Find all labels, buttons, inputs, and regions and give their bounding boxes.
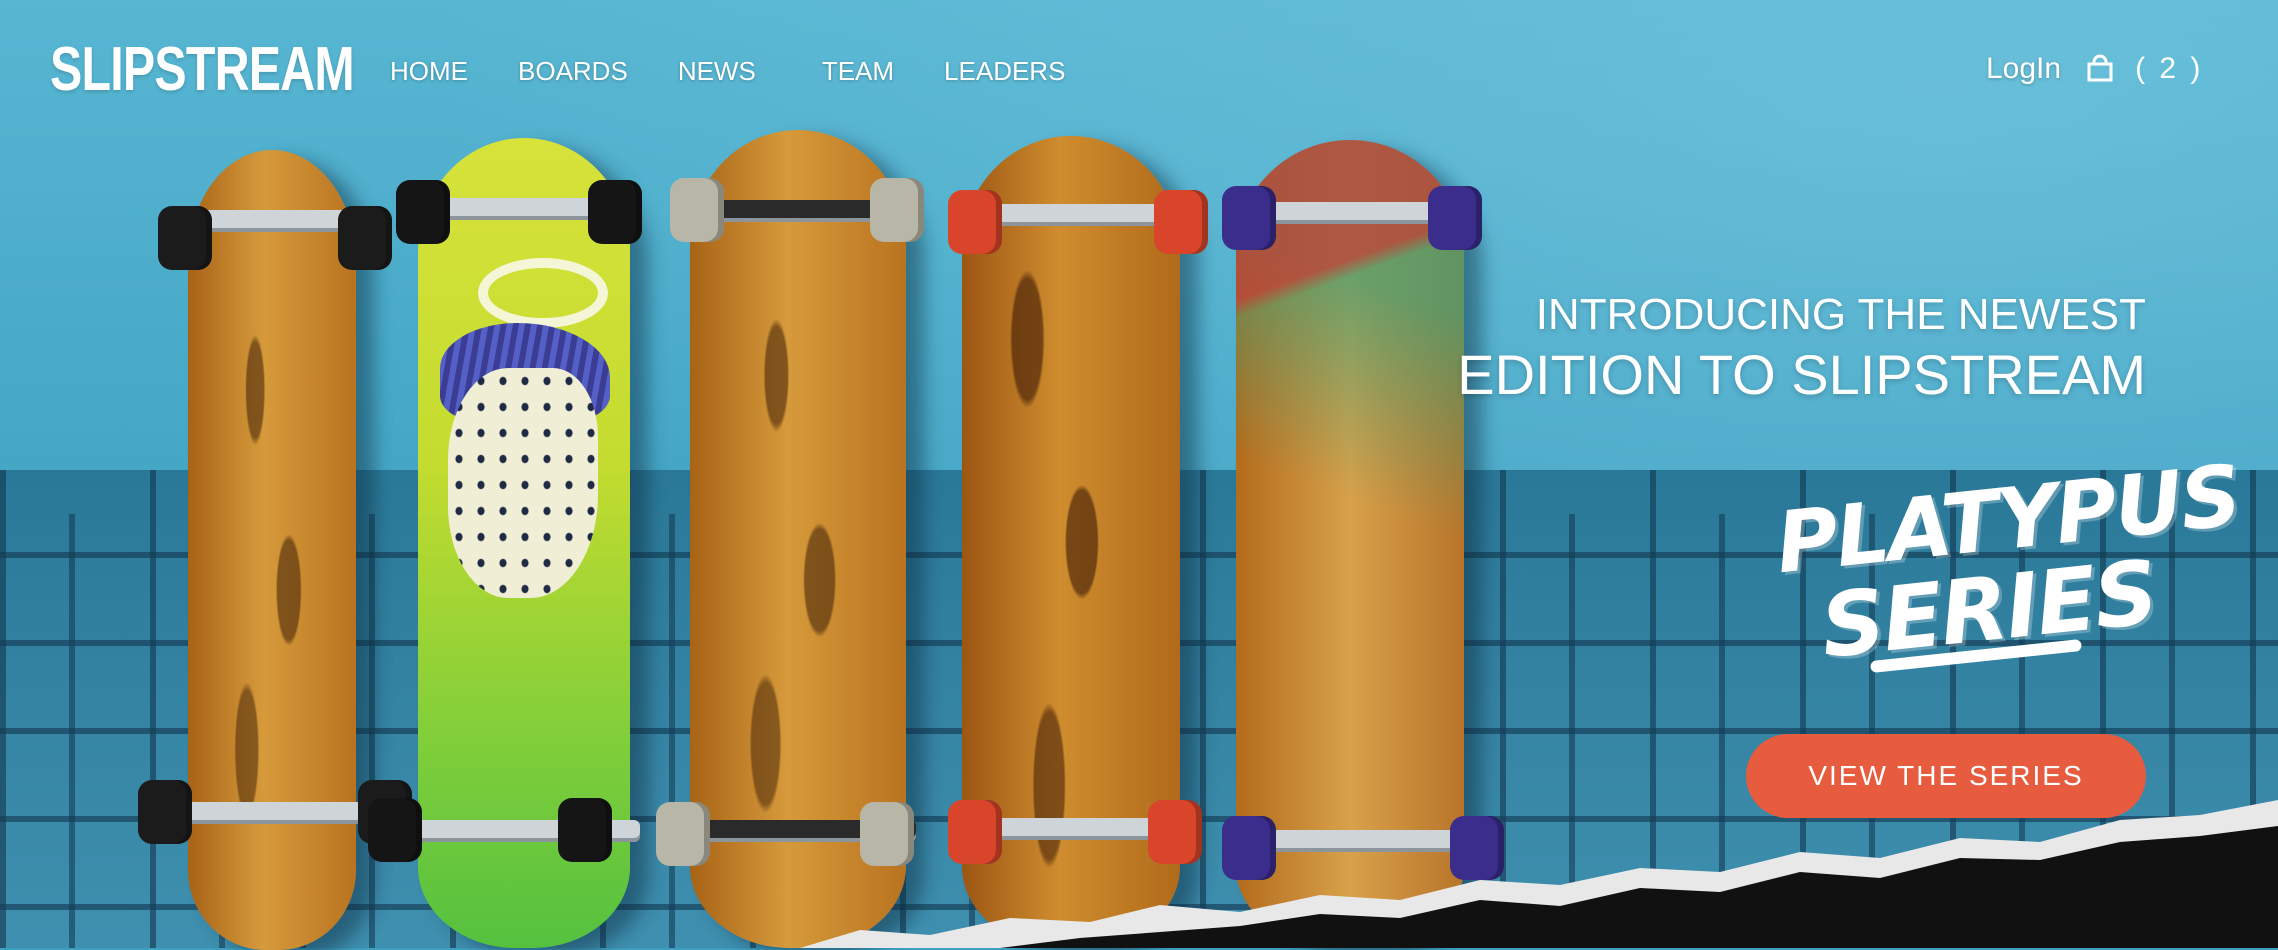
skateboard-5 bbox=[1222, 140, 1504, 948]
account-area: LogIn ( 2 ) bbox=[1986, 52, 2203, 86]
nav-item-news[interactable]: NEWS bbox=[678, 56, 756, 87]
nav-item-leaders[interactable]: LEADERS bbox=[944, 56, 1065, 87]
skateboard-2 bbox=[368, 138, 642, 948]
top-navigation: SLIPSTREAM HOME BOARDS NEWS TEAM LEADERS… bbox=[0, 0, 2278, 140]
cart-count[interactable]: ( 2 ) bbox=[2135, 52, 2203, 86]
shopping-bag-icon[interactable] bbox=[2085, 54, 2115, 84]
main-menu: HOME BOARDS NEWS TEAM LEADERS bbox=[390, 56, 1115, 87]
nav-item-team[interactable]: TEAM bbox=[822, 56, 894, 87]
hero-headline: INTRODUCING THE NEWEST EDITION TO SLIPST… bbox=[1457, 288, 2146, 408]
login-link[interactable]: LogIn bbox=[1986, 52, 2061, 86]
nav-item-home[interactable]: HOME bbox=[390, 56, 468, 87]
skateboard-4 bbox=[948, 136, 1208, 948]
skateboard-3 bbox=[656, 130, 924, 948]
view-series-button[interactable]: VIEW THE SERIES bbox=[1746, 734, 2146, 818]
brand-logo[interactable]: SLIPSTREAM bbox=[50, 34, 355, 105]
headline-line-2: EDITION TO SLIPSTREAM bbox=[1457, 343, 2146, 406]
headline-line-1: INTRODUCING THE NEWEST bbox=[1535, 290, 2146, 339]
nav-item-boards[interactable]: BOARDS bbox=[518, 56, 628, 87]
skateboard-1 bbox=[138, 150, 412, 950]
